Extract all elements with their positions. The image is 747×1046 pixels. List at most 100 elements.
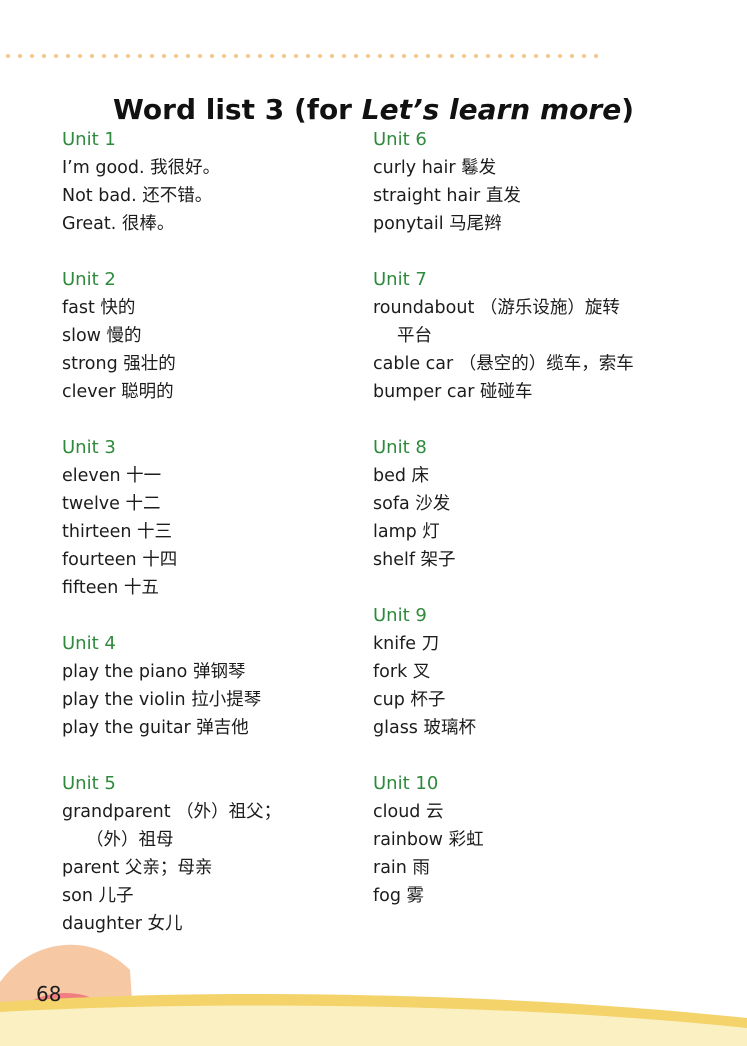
vocab-text: fifteen 十五: [62, 578, 159, 598]
dot: [486, 54, 490, 58]
vocab-entry: ponytail 马尾辫: [373, 210, 713, 238]
vocab-continuation: 平台: [397, 326, 432, 346]
vocab-text: fourteen 十四: [62, 550, 178, 570]
dot: [66, 54, 70, 58]
vocab-text: slow 慢的: [62, 326, 142, 346]
unit-heading: Unit 8: [373, 437, 427, 458]
dot: [294, 54, 298, 58]
dot: [210, 54, 214, 58]
vocab-entry: cloud 云: [373, 798, 713, 826]
dot: [330, 54, 334, 58]
unit-section: Unit 9 knife 刀 fork 叉 cup 杯子 glass 玻璃杯: [373, 602, 713, 742]
vocab-text: fog 雾: [373, 886, 425, 906]
dot: [510, 54, 514, 58]
dot: [570, 54, 574, 58]
unit-section: Unit 7 roundabout （游乐设施）旋转 平台 cable car （悬空…: [373, 266, 713, 406]
unit-heading: Unit 9: [373, 605, 427, 626]
vocab-text: cloud 云: [373, 802, 444, 822]
vocab-entry: fog 雾: [373, 882, 713, 910]
dot: [162, 54, 166, 58]
unit-section: Unit 10 cloud 云 rainbow 彩虹 rain 雨 fog 雾: [373, 770, 713, 910]
vocab-entry: Not bad. 还不错。: [62, 182, 352, 210]
vocab-text: rain 雨: [373, 858, 430, 878]
vocab-text: eleven 十一: [62, 466, 162, 486]
vocab-text: clever 聪明的: [62, 382, 174, 402]
dot: [342, 54, 346, 58]
vocab-text: rainbow 彩虹: [373, 830, 484, 850]
dot: [318, 54, 322, 58]
unit-heading: Unit 5: [62, 773, 116, 794]
dot: [18, 54, 22, 58]
page-number: 68: [36, 982, 62, 1006]
vocab-entry: shelf 架子: [373, 546, 713, 574]
dot: [174, 54, 178, 58]
dot: [594, 54, 598, 58]
unit-section: Unit 5 grandparent （外）祖父； （外）祖母 parent 父亲；母…: [62, 770, 352, 938]
vocab-entry: sofa 沙发: [373, 490, 713, 518]
vocab-entry: Great. 很棒。: [62, 210, 352, 238]
vocab-entry: bumper car 碰碰车: [373, 378, 713, 406]
vocab-entry: curly hair 鬈发: [373, 154, 713, 182]
dot: [498, 54, 502, 58]
vocab-entry: son 儿子: [62, 882, 352, 910]
title-prefix: Word list 3 (for: [113, 92, 362, 126]
footer-decoration: [0, 944, 747, 1046]
dot: [354, 54, 358, 58]
dot: [150, 54, 154, 58]
vocab-text: I’m good. 我很好。: [62, 158, 221, 178]
vocab-entry: play the piano 弹钢琴: [62, 658, 352, 686]
title-suffix: ): [621, 92, 634, 126]
dot: [402, 54, 406, 58]
dot: [234, 54, 238, 58]
vocab-text: parent 父亲；母亲: [62, 858, 213, 878]
vocab-entry: play the guitar 弹吉他: [62, 714, 352, 742]
dot: [138, 54, 142, 58]
vocab-continuation: （外）祖母: [86, 830, 174, 850]
dot: [126, 54, 130, 58]
vocab-entry: eleven 十一: [62, 462, 352, 490]
dot: [102, 54, 106, 58]
vocab-entry: knife 刀: [373, 630, 713, 658]
unit-section: Unit 2 fast 快的 slow 慢的 strong 强壮的 clever 聪明的: [62, 266, 352, 406]
vocab-entry: fork 叉: [373, 658, 713, 686]
dot: [270, 54, 274, 58]
vocab-text: Not bad. 还不错。: [62, 186, 213, 206]
vocab-entry: glass 玻璃杯: [373, 714, 713, 742]
vocab-text: glass 玻璃杯: [373, 718, 476, 738]
vocab-entry: lamp 灯: [373, 518, 713, 546]
dot: [306, 54, 310, 58]
vocab-entry: clever 聪明的: [62, 378, 352, 406]
vocab-text: sofa 沙发: [373, 494, 451, 514]
vocab-text: roundabout （游乐设施）旋转: [373, 298, 620, 318]
unit-section: Unit 6 curly hair 鬈发 straight hair 直发 ponyt…: [373, 126, 713, 238]
vocab-text: knife 刀: [373, 634, 440, 654]
vocab-text: cable car （悬空的）缆车，索车: [373, 354, 634, 374]
vocab-entry: straight hair 直发: [373, 182, 713, 210]
dot: [414, 54, 418, 58]
right-column: Unit 6 curly hair 鬈发 straight hair 直发 ponyt…: [373, 126, 713, 938]
vocab-text: twelve 十二: [62, 494, 161, 514]
title-italic: Let’s learn more: [361, 92, 622, 126]
vocab-entry: slow 慢的: [62, 322, 352, 350]
vocab-text: grandparent （外）祖父；: [62, 802, 282, 822]
dot: [522, 54, 526, 58]
dot: [462, 54, 466, 58]
vocab-text: curly hair 鬈发: [373, 158, 497, 178]
vocab-text: straight hair 直发: [373, 186, 521, 206]
vocab-entry: fifteen 十五: [62, 574, 352, 602]
vocab-entry: grandparent （外）祖父； （外）祖母: [62, 798, 352, 854]
unit-heading: Unit 10: [373, 773, 439, 794]
vocab-entry: cable car （悬空的）缆车，索车: [373, 350, 713, 378]
vocab-entry: fourteen 十四: [62, 546, 352, 574]
dot: [558, 54, 562, 58]
vocab-entry: thirteen 十三: [62, 518, 352, 546]
vocab-text: play the piano 弹钢琴: [62, 662, 246, 682]
dot: [186, 54, 190, 58]
dot: [426, 54, 430, 58]
dot: [30, 54, 34, 58]
unit-section: Unit 3 eleven 十一 twelve 十二 thirteen 十三 fourt…: [62, 434, 352, 602]
dot: [54, 54, 58, 58]
unit-section: Unit 4 play the piano 弹钢琴 play the violin …: [62, 630, 352, 742]
vocab-text: fork 叉: [373, 662, 431, 682]
vocab-text: cup 杯子: [373, 690, 446, 710]
